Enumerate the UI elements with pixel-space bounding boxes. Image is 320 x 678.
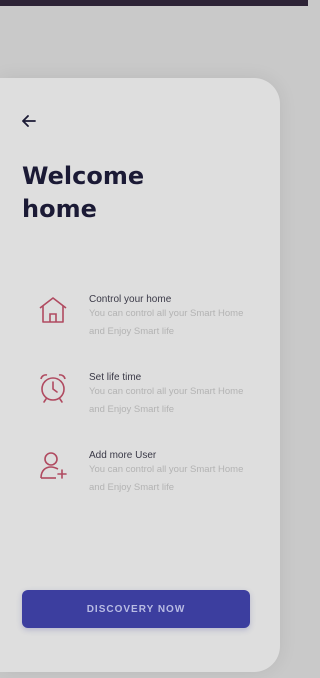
feature-description: You can control all your Smart Home and … (89, 308, 244, 337)
back-arrow-icon (22, 115, 36, 127)
status-bar-strip (0, 0, 308, 6)
back-button[interactable] (18, 110, 40, 132)
feature-item-add-user: Add more User You can control all your S… (36, 449, 276, 509)
add-user-icon (40, 452, 67, 479)
page-title: Welcome home (22, 162, 145, 223)
feature-description: You can control all your Smart Home and … (89, 464, 244, 493)
feature-item-life-time: Set life time You can control all your S… (36, 371, 276, 431)
house-icon (39, 297, 67, 323)
discovery-now-button[interactable]: DISCOVERY NOW (22, 590, 250, 628)
feature-description: You can control all your Smart Home and … (89, 386, 244, 415)
feature-item-control-home: Control your home You can control all yo… (36, 293, 276, 353)
alarm-clock-icon (40, 374, 66, 403)
